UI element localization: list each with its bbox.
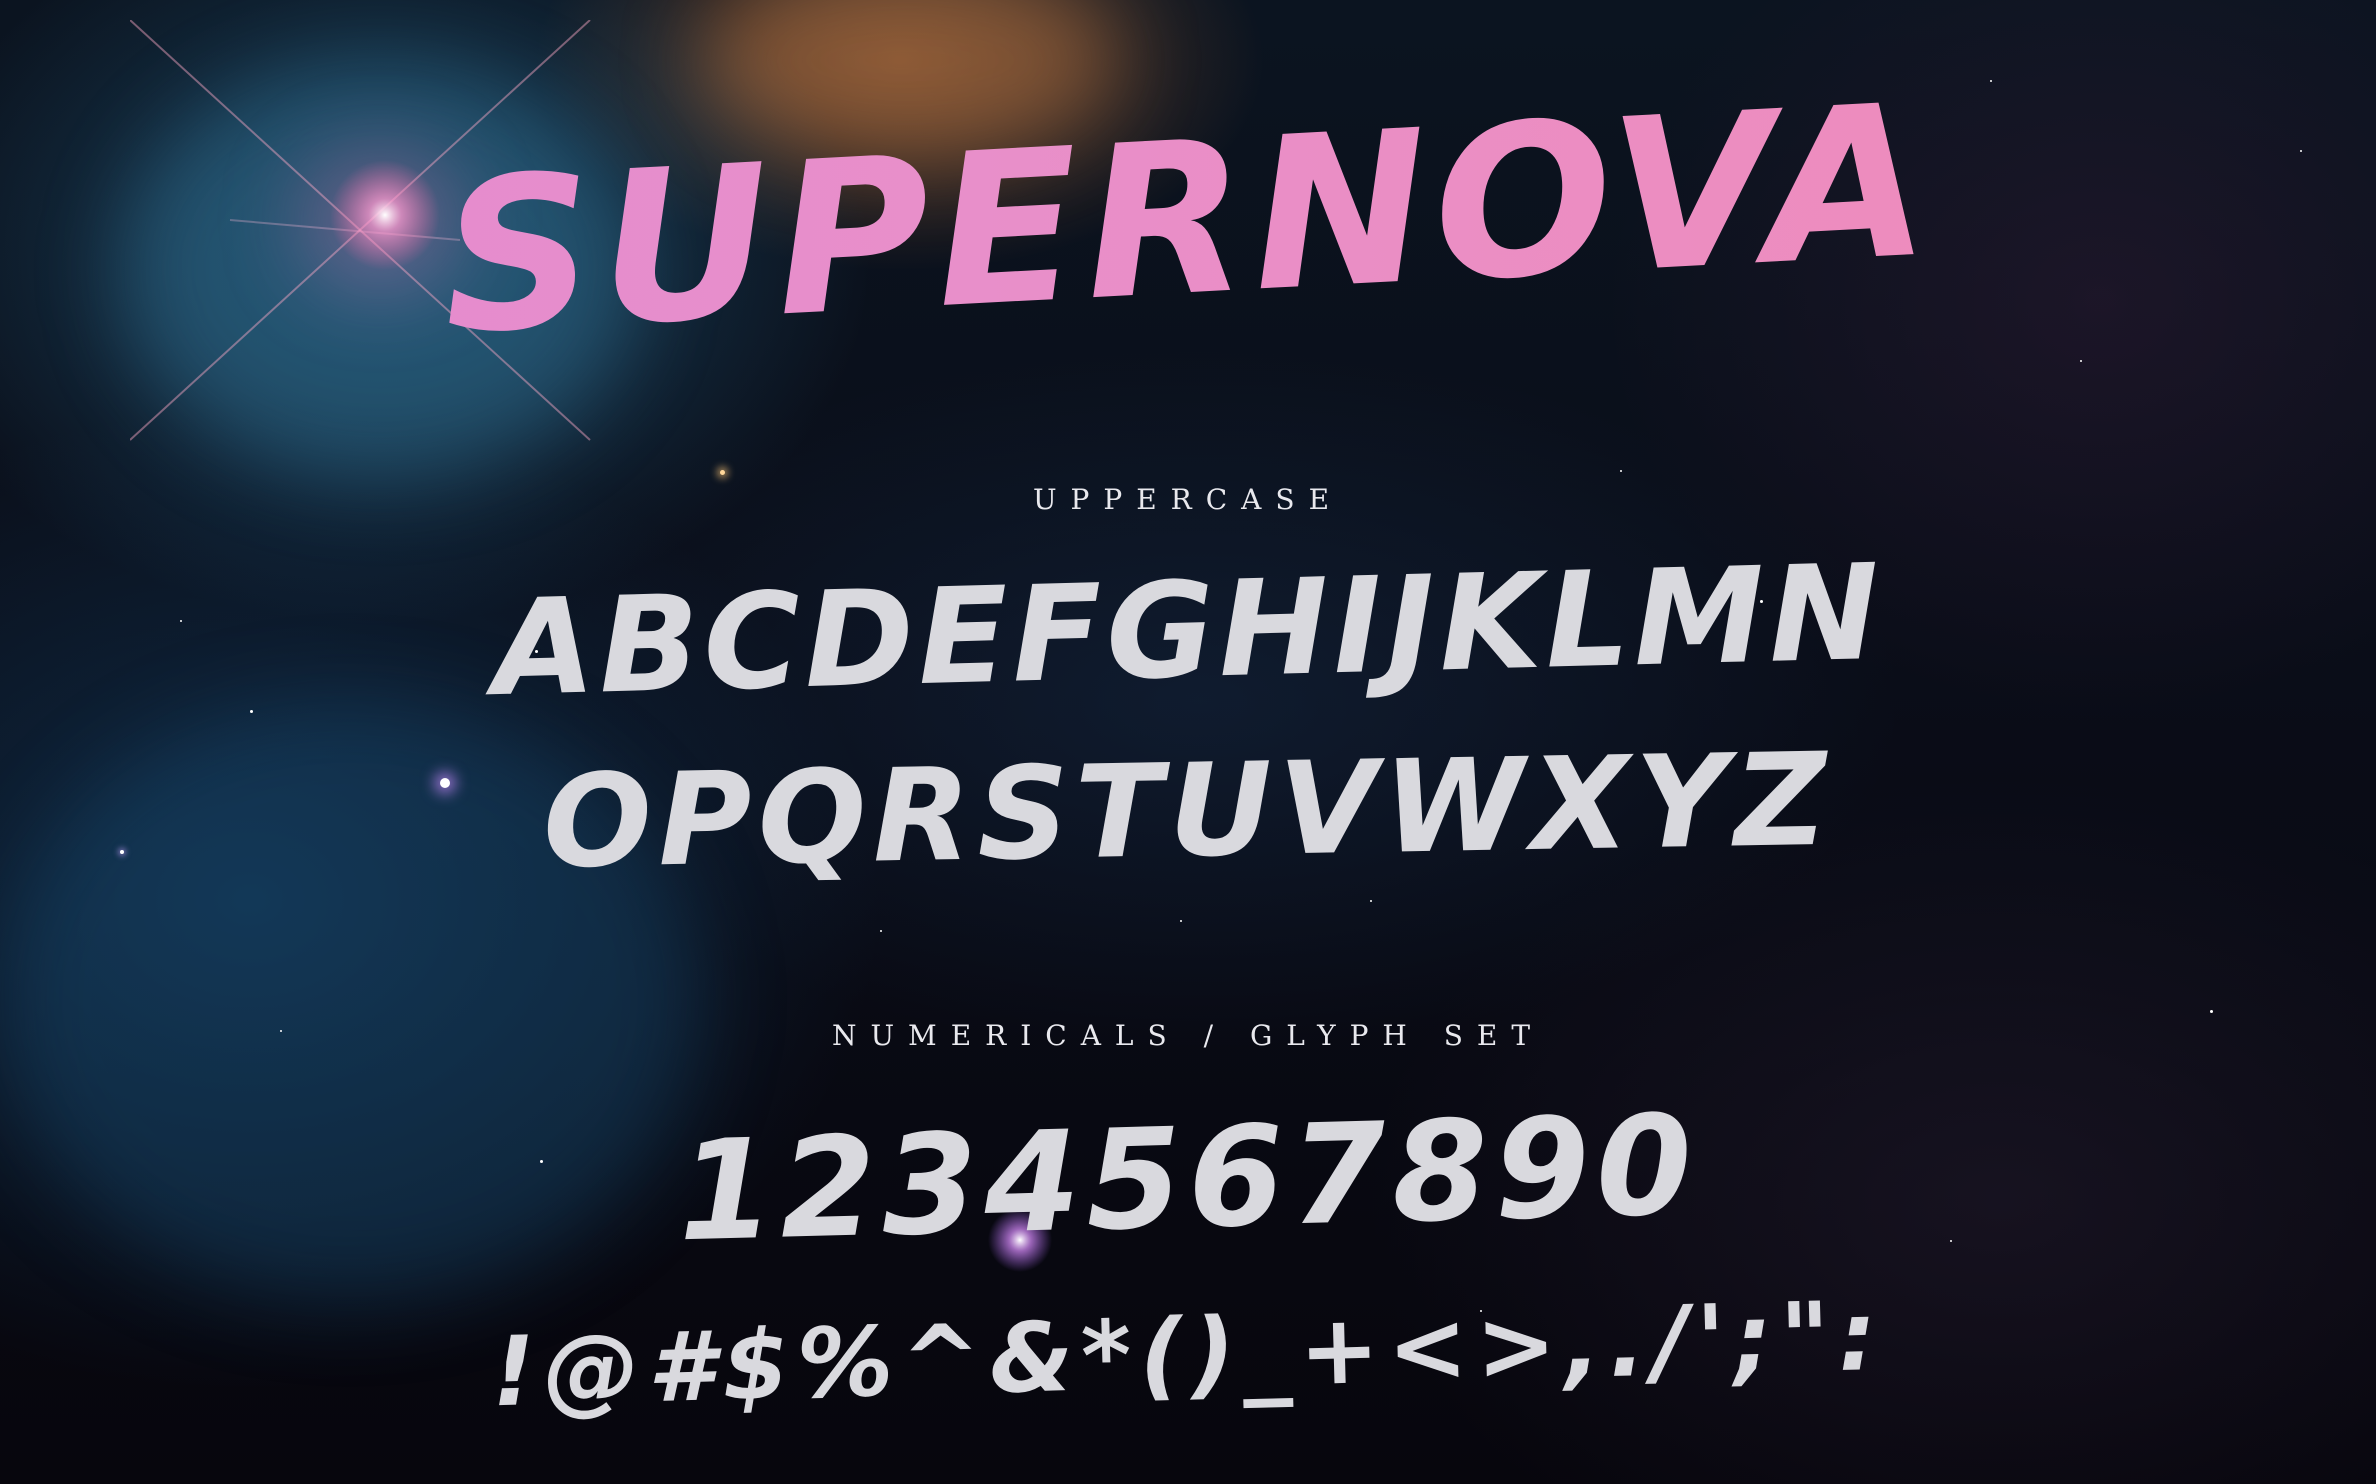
- symbols-row: !@#$%^&*()_+<>,./';":: [490, 1279, 1886, 1429]
- uppercase-row-1: ABCDEFGHIJKLMN: [490, 535, 1886, 727]
- star: [1180, 920, 1182, 922]
- star: [1620, 470, 1622, 472]
- star: [1370, 900, 1372, 902]
- star: [880, 930, 882, 932]
- star: [2210, 1010, 2213, 1013]
- font-specimen-canvas: SUPERNOVA UPPERCASE ABCDEFGHIJKLMN OPQRS…: [0, 0, 2376, 1484]
- star: [1950, 1240, 1952, 1242]
- uppercase-row-2: OPQRSTUVWXYZ: [541, 725, 1835, 898]
- numericals-glyph-label: NUMERICALS / GLYPH SET: [831, 1019, 1545, 1052]
- uppercase-label: UPPERCASE: [1032, 483, 1344, 516]
- star: [720, 470, 725, 475]
- star: [2080, 360, 2082, 362]
- font-title: SUPERNOVA: [0, 53, 2376, 387]
- numbers-row: 1234567890: [675, 1084, 1701, 1273]
